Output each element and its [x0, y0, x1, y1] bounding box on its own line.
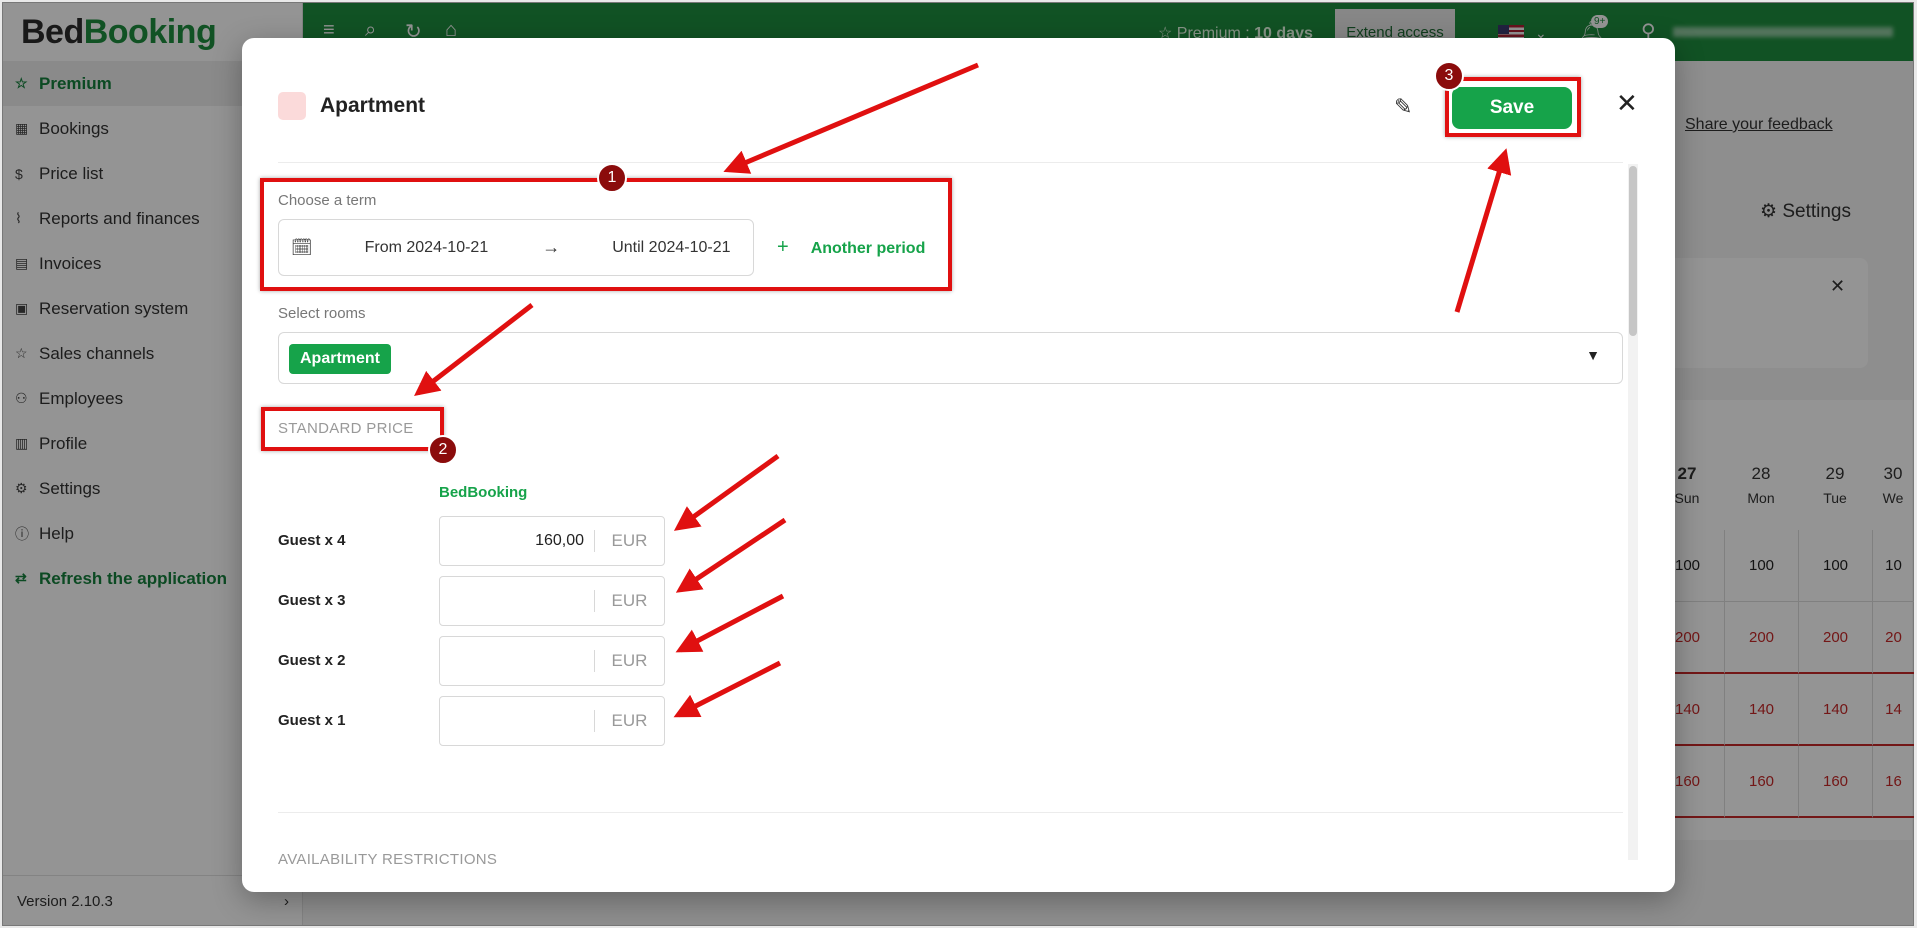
modal-header: Apartment — [278, 92, 425, 120]
price-input[interactable]: EUR — [439, 576, 665, 626]
price-input[interactable]: EUR — [439, 636, 665, 686]
divider — [278, 812, 1623, 813]
step-badge-2: 2 — [428, 435, 458, 465]
availability-restrictions-header: AVAILABILITY RESTRICTIONS — [278, 851, 498, 868]
currency-label: EUR — [611, 591, 648, 610]
modal-title: Apartment — [320, 94, 426, 117]
price-value[interactable]: 160,00 — [440, 530, 595, 552]
guest-label: Guest x 1 — [278, 712, 346, 729]
highlight-box-term — [260, 178, 952, 291]
chevron-down-icon[interactable]: ▼ — [1586, 347, 1600, 363]
divider — [278, 162, 1623, 163]
currency-label: EUR — [611, 651, 648, 670]
highlight-box-save — [1445, 77, 1581, 137]
price-value[interactable] — [440, 710, 595, 732]
room-chip[interactable]: Apartment — [289, 344, 392, 374]
scrollbar-thumb[interactable] — [1629, 166, 1637, 336]
price-input[interactable]: EUR — [439, 696, 665, 746]
price-edit-modal: Apartment ✎ Save ✕ Choose a term 🗓︎ From… — [242, 38, 1675, 892]
close-icon[interactable]: ✕ — [1616, 88, 1638, 119]
guest-label: Guest x 3 — [278, 592, 346, 609]
price-input[interactable]: 160,00 EUR — [439, 516, 665, 566]
room-color-swatch — [278, 92, 306, 120]
edit-icon[interactable]: ✎ — [1394, 94, 1412, 120]
currency-label: EUR — [611, 711, 648, 730]
select-rooms-label: Select rooms — [278, 305, 366, 322]
rooms-select[interactable]: Apartment ▼ — [278, 332, 1623, 384]
price-value[interactable] — [440, 590, 595, 612]
highlight-box-standard-price — [261, 407, 444, 451]
step-badge-1: 1 — [597, 163, 627, 193]
guest-label: Guest x 2 — [278, 652, 346, 669]
guest-label: Guest x 4 — [278, 532, 346, 549]
currency-label: EUR — [611, 531, 648, 550]
price-column-header: BedBooking — [439, 484, 528, 501]
price-value[interactable] — [440, 650, 595, 672]
step-badge-3: 3 — [1434, 61, 1464, 91]
